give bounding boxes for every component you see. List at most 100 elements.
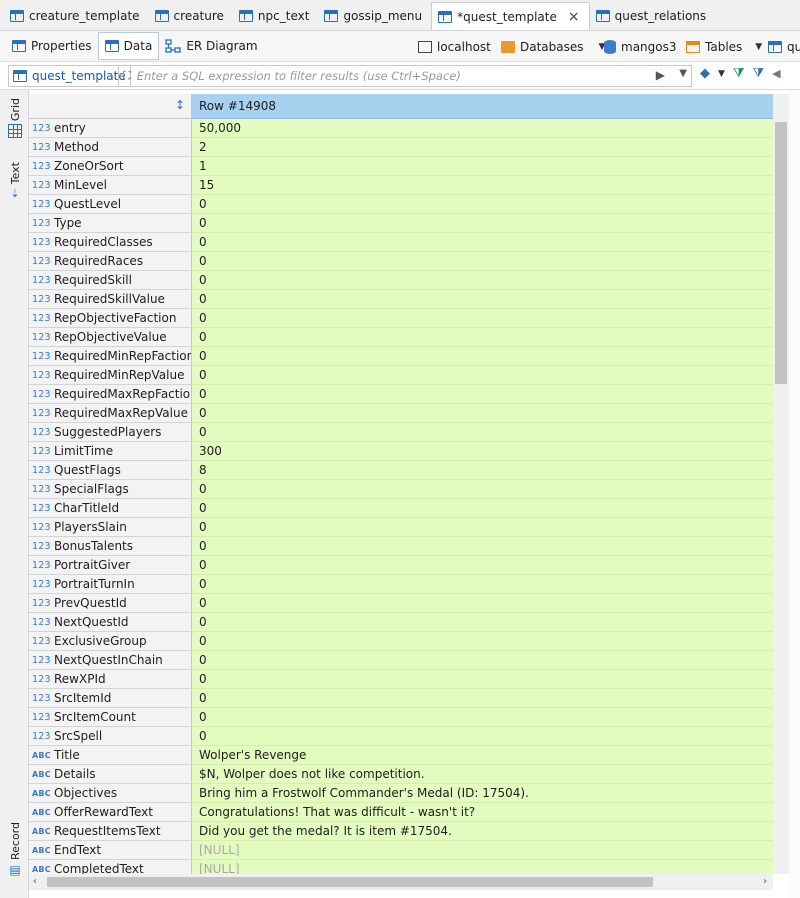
table-row: 123 LimitTime 300 (29, 442, 773, 461)
editor-tab-quest-template[interactable]: *quest_template × (431, 2, 590, 30)
field-label-cell: 123 RequiredMinRepValue (29, 366, 192, 385)
field-value-cell[interactable]: 0 (192, 670, 773, 689)
scroll-left-icon[interactable]: ◀ (772, 67, 780, 80)
vertical-scroll-thumb[interactable] (775, 122, 787, 384)
chevron-down-icon[interactable]: ▼ (718, 69, 725, 79)
eraser-icon[interactable]: ◆ (700, 66, 710, 81)
vertical-scrollbar[interactable] (773, 94, 789, 874)
horizontal-scroll-thumb[interactable] (47, 877, 653, 887)
field-value-cell[interactable]: 0 (192, 537, 773, 556)
field-value-cell[interactable]: Congratulations! That was difficult - wa… (192, 803, 773, 822)
record-view-tab[interactable]: Record ▤ (5, 822, 25, 877)
field-value-cell[interactable]: Bring him a Frostwolf Commander's Medal … (192, 784, 773, 803)
field-value-cell[interactable]: 0 (192, 651, 773, 670)
field-label-cell: 123 LimitTime (29, 442, 192, 461)
grid-view-tab[interactable]: Grid (5, 98, 25, 139)
chevron-down-icon[interactable]: ▼ (755, 42, 762, 52)
field-value-cell[interactable]: 0 (192, 727, 773, 746)
field-name: LimitTime (54, 444, 114, 458)
scroll-right-arrow-icon[interactable]: › (763, 876, 767, 887)
field-value-cell[interactable]: 0 (192, 689, 773, 708)
field-value-cell[interactable]: 0 (192, 499, 773, 518)
editor-tab-gossip-menu[interactable]: gossip_menu (318, 2, 431, 30)
field-label-cell: 123 PortraitTurnIn (29, 575, 192, 594)
field-value-cell[interactable]: [NULL] (192, 860, 773, 874)
connection-selector[interactable]: localhost (418, 31, 491, 62)
filter-icon[interactable]: ⧩ (753, 66, 765, 81)
schema-selector[interactable]: mangos3 (604, 31, 677, 62)
filter-history-dropdown[interactable]: ▼ (679, 68, 687, 79)
field-label-cell: 123 QuestFlags (29, 461, 192, 480)
field-value-cell[interactable]: 50,000 (192, 119, 773, 138)
field-value-cell[interactable]: 0 (192, 347, 773, 366)
field-value-cell[interactable]: 0 (192, 708, 773, 727)
field-value-cell[interactable]: 1 (192, 157, 773, 176)
field-value-cell[interactable]: 8 (192, 461, 773, 480)
numeric-type-icon: 123 (32, 122, 51, 134)
horizontal-scrollbar[interactable]: ‹ › (29, 874, 773, 890)
connection-host: localhost (437, 39, 491, 54)
databases-icon (501, 40, 515, 53)
field-value-cell[interactable]: 0 (192, 594, 773, 613)
field-value-cell[interactable]: 0 (192, 233, 773, 252)
databases-selector[interactable]: Databases ▼ (501, 31, 605, 62)
field-value-cell[interactable]: [NULL] (192, 841, 773, 860)
field-value-cell[interactable]: $N, Wolper does not like competition. (192, 765, 773, 784)
field-value-cell[interactable]: 0 (192, 613, 773, 632)
field-value-cell[interactable]: 0 (192, 271, 773, 290)
field-label-cell: 123 RequiredSkillValue (29, 290, 192, 309)
field-value-cell[interactable]: 0 (192, 290, 773, 309)
close-icon[interactable]: × (568, 9, 580, 25)
field-value-cell[interactable]: 0 (192, 556, 773, 575)
numeric-type-icon: 123 (32, 502, 51, 514)
text-view-tab[interactable]: Text ⇣ (5, 162, 25, 200)
field-value-cell[interactable]: Wolper's Revenge (192, 746, 773, 765)
tab-data[interactable]: Data (97, 32, 160, 60)
table-row: 123 QuestFlags 8 (29, 461, 773, 480)
field-value-cell[interactable]: 0 (192, 309, 773, 328)
field-value-cell[interactable]: Did you get the medal? It is item #17504… (192, 822, 773, 841)
filter-input[interactable]: ⛶ Enter a SQL expression to filter resul… (118, 65, 692, 87)
field-value-cell[interactable]: 0 (192, 423, 773, 442)
editor-tab-npc-text[interactable]: npc_text (233, 2, 319, 30)
field-value-cell[interactable]: 0 (192, 195, 773, 214)
field-value-cell[interactable]: 15 (192, 176, 773, 195)
table-row: 123 RequiredMaxRepValue 0 (29, 404, 773, 423)
overflow-selector[interactable]: qu (768, 31, 800, 62)
record-row-header[interactable]: Row #14908 (192, 94, 773, 119)
field-value-cell[interactable]: 0 (192, 575, 773, 594)
field-value-cell[interactable]: 2 (192, 138, 773, 157)
field-name: ZoneOrSort (54, 159, 124, 173)
scroll-left-arrow-icon[interactable]: ‹ (33, 876, 37, 887)
tab-properties[interactable]: Properties (6, 32, 98, 60)
apply-filter-icon[interactable]: ▶ (656, 68, 665, 82)
field-value-cell[interactable]: 300 (192, 442, 773, 461)
field-value-cell[interactable]: 0 (192, 328, 773, 347)
field-value-cell[interactable]: 0 (192, 366, 773, 385)
field-label-cell: 123 PlayersSlain (29, 518, 192, 537)
field-name: RepObjectiveFaction (54, 311, 177, 325)
editor-tab-label: *quest_template (457, 9, 557, 24)
expand-editor-icon[interactable]: ⛶ (123, 69, 131, 83)
field-value-cell[interactable]: 0 (192, 632, 773, 651)
sort-icon[interactable]: ↕ (175, 98, 185, 112)
field-name: RequiredMaxRepValue (54, 406, 188, 420)
field-value-cell[interactable]: 0 (192, 480, 773, 499)
table-row: 123 Type 0 (29, 214, 773, 233)
tables-selector[interactable]: Tables ▼ (686, 31, 762, 62)
field-value-cell[interactable]: 0 (192, 252, 773, 271)
editor-tab-quest-relations[interactable]: quest_relations (590, 2, 716, 30)
filter-settings-icon[interactable]: ⧩ (733, 66, 745, 81)
editor-tab-creature-template[interactable]: creature_template (4, 2, 149, 30)
text-type-icon: ABC (32, 845, 51, 855)
tab-er-diagram[interactable]: ER Diagram (159, 32, 263, 60)
field-label-cell: 123 SrcItemCount (29, 708, 192, 727)
field-value-cell[interactable]: 0 (192, 214, 773, 233)
active-table-label[interactable]: quest_template (8, 65, 131, 87)
field-name: CompletedText (54, 862, 144, 874)
editor-tab-creature[interactable]: creature (149, 2, 233, 30)
field-value-cell[interactable]: 0 (192, 518, 773, 537)
text-type-icon: ABC (32, 826, 51, 836)
field-value-cell[interactable]: 0 (192, 404, 773, 423)
field-value-cell[interactable]: 0 (192, 385, 773, 404)
